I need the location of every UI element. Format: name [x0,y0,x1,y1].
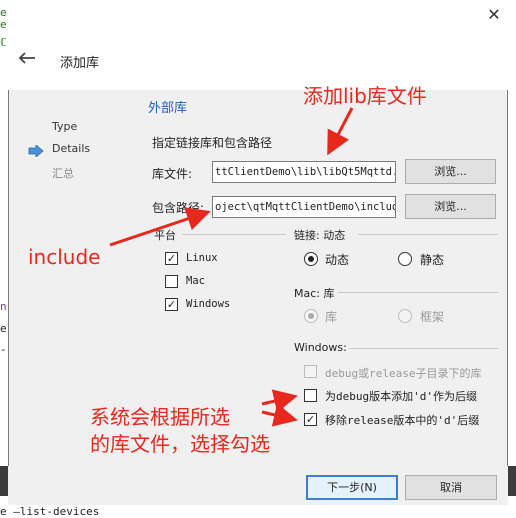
background-editor-left [0,0,8,518]
remove-release-suffix-checkbox[interactable]: ✓ [304,413,317,426]
mac-checkbox[interactable] [165,275,178,288]
back-arrow-icon[interactable] [17,50,37,71]
section-description: 指定链接库和包含路径 [152,136,273,150]
mac-group-title: Mac: 库 [292,285,337,301]
mac-divider [338,292,498,293]
annotation-system-line2: 的库文件，选择勾选 [90,432,270,456]
library-file-input[interactable]: ttClientDemo\lib\libQt5Mqttd.a [212,161,396,183]
step-type: Type [52,120,78,133]
browse-library-button[interactable]: 浏览... [405,159,496,184]
library-file-label: 库文件: [152,167,193,181]
background-fragment: - [0,343,7,356]
include-path-input[interactable]: oject\qtMqttClientDemo\include [212,196,396,218]
dynamic-radio[interactable] [304,252,318,266]
static-radio[interactable] [398,252,412,266]
dialog-title: 添加库 [60,56,100,71]
annotation-add-lib: 添加lib库文件 [303,84,427,108]
dynamic-label: 动态 [325,253,350,267]
annotation-system-line1: 系统会根据所选 [90,405,230,429]
background-fragment: ℂ [0,36,7,49]
linkage-group-title: 链接: 动态 [292,227,348,243]
browse-include-button[interactable]: 浏览... [405,194,496,219]
include-path-label: 包含路径: [152,201,205,215]
mac-library-radio[interactable] [304,309,318,323]
annotation-include: include [28,245,101,269]
next-button[interactable]: 下一步(N) [306,475,398,500]
windows-divider [345,348,498,349]
step-summary: 汇总 [52,167,74,180]
current-step-arrow-icon [28,142,44,158]
background-bottom-text: e —list-devices [0,505,100,518]
platform-group-title: 平台 [152,227,178,243]
mac-label: Mac [186,275,205,287]
windows-checkbox[interactable]: ✓ [165,298,178,311]
platform-divider [182,234,286,235]
background-fragment: e [0,322,7,335]
remove-release-suffix-label: 移除release版本中的'd'后缀 [325,414,480,427]
section-title: 外部库 [148,101,188,116]
mac-framework-radio[interactable] [398,309,412,323]
mac-framework-label: 框架 [420,310,445,324]
static-label: 静态 [420,253,445,267]
background-editor-right [508,0,516,518]
windows-group-title: Windows: [292,341,349,354]
background-fragment: n [0,300,7,313]
dialog-header [8,0,508,90]
subdir-library-label: debug或release子目录下的库 [325,367,482,380]
windows-label: Windows [186,298,231,310]
cancel-button[interactable]: 取消 [405,475,497,500]
background-fragment: e [0,18,7,31]
linkage-divider [358,234,498,235]
linux-label: Linux [186,252,218,264]
close-icon[interactable]: ✕ [485,6,503,24]
add-debug-suffix-checkbox[interactable] [304,389,317,402]
subdir-library-checkbox[interactable] [304,365,317,378]
linux-checkbox[interactable]: ✓ [165,252,178,265]
add-debug-suffix-label: 为debug版本添加'd'作为后缀 [325,390,477,403]
background-editor-bottom: e —list-devices [0,505,516,518]
step-details: Details [52,142,91,155]
mac-library-label: 库 [325,310,338,324]
